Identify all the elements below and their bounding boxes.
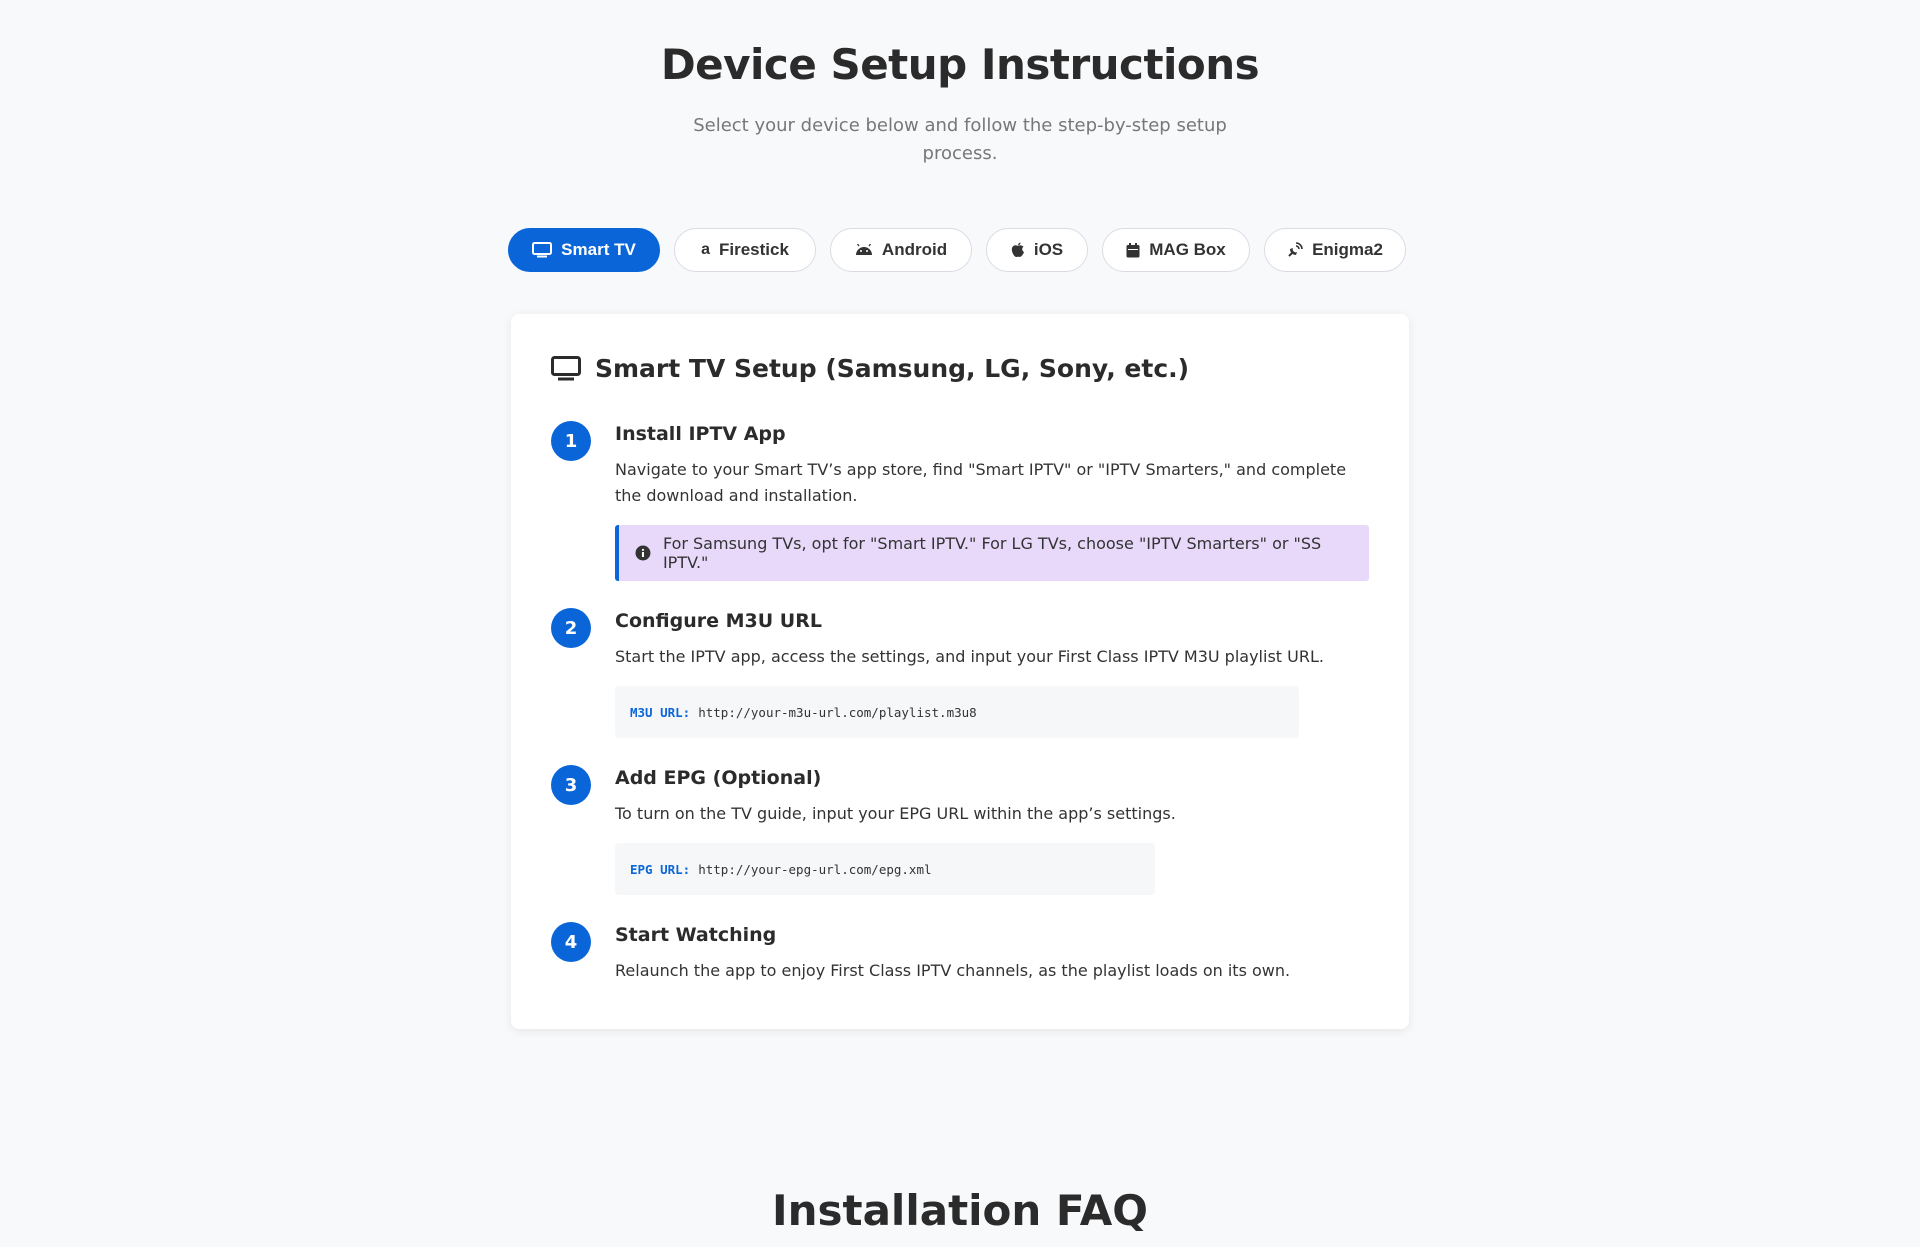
tab-android[interactable]: Android <box>830 228 972 272</box>
epg-url-code[interactable]: EPG URL: http://your-epg-url.com/epg.xml <box>615 843 1155 895</box>
android-icon <box>855 244 872 255</box>
step-number: 2 <box>551 608 591 648</box>
card-header: Smart TV Setup (Samsung, LG, Sony, etc.) <box>551 354 1189 383</box>
info-note: For Samsung TVs, opt for "Smart IPTV." F… <box>615 525 1369 581</box>
step-text: Start the IPTV app, access the settings,… <box>615 647 1324 666</box>
device-tabs: Smart TV a Firestick Android iOS MAG Box… <box>508 228 1412 272</box>
faq-title: Installation FAQ <box>771 1186 1148 1235</box>
step-number: 3 <box>551 765 591 805</box>
code-label: EPG URL: <box>630 861 691 877</box>
box-icon <box>1126 242 1140 257</box>
step-text: Navigate to your Smart TV’s app store, f… <box>615 460 1347 505</box>
page-subtitle: Select your device below and follow the … <box>693 115 1227 164</box>
m3u-url-code[interactable]: M3U URL: http://your-m3u-url.com/playlis… <box>615 686 1299 738</box>
step-number: 4 <box>551 922 591 962</box>
step-title: Install IPTV App <box>615 423 786 445</box>
code-label: M3U URL: <box>630 704 691 720</box>
tab-enigma2[interactable]: Enigma2 <box>1264 228 1406 272</box>
tab-label: Enigma2 <box>1312 240 1383 259</box>
step-title: Start Watching <box>615 924 777 946</box>
page-title: Device Setup Instructions <box>660 40 1260 89</box>
tab-label: Firestick <box>718 240 789 259</box>
code-value: http://your-epg-url.com/epg.xml <box>698 861 932 877</box>
card-title: Smart TV Setup (Samsung, LG, Sony, etc.) <box>595 354 1190 383</box>
step-text: Relaunch the app to enjoy First Class IP… <box>615 961 1291 980</box>
apple-icon <box>1011 242 1024 257</box>
tab-label: Android <box>881 240 948 259</box>
tab-firestick[interactable]: a Firestick <box>674 228 816 272</box>
step-title: Add EPG (Optional) <box>615 767 822 789</box>
tv-icon <box>551 355 581 380</box>
tab-ios[interactable]: iOS <box>986 228 1088 272</box>
tab-label: iOS <box>1033 240 1064 259</box>
info-icon <box>635 545 651 561</box>
tab-mag-box[interactable]: MAG Box <box>1102 228 1250 272</box>
step-title: Configure M3U URL <box>615 610 822 632</box>
setup-card: Smart TV Setup (Samsung, LG, Sony, etc.)… <box>511 314 1409 1029</box>
amazon-icon: a <box>701 241 710 258</box>
tab-smart-tv[interactable]: Smart TV <box>508 228 660 272</box>
code-value: http://your-m3u-url.com/playlist.m3u8 <box>698 704 977 720</box>
tab-label: Smart TV <box>561 240 636 259</box>
step-text: To turn on the TV guide, input your EPG … <box>615 804 1176 823</box>
tv-icon <box>532 242 553 258</box>
satellite-icon <box>1288 242 1303 257</box>
step-number: 1 <box>551 421 591 461</box>
tab-label: MAG Box <box>1149 240 1226 259</box>
note-text: For Samsung TVs, opt for "Smart IPTV." F… <box>662 534 1322 572</box>
